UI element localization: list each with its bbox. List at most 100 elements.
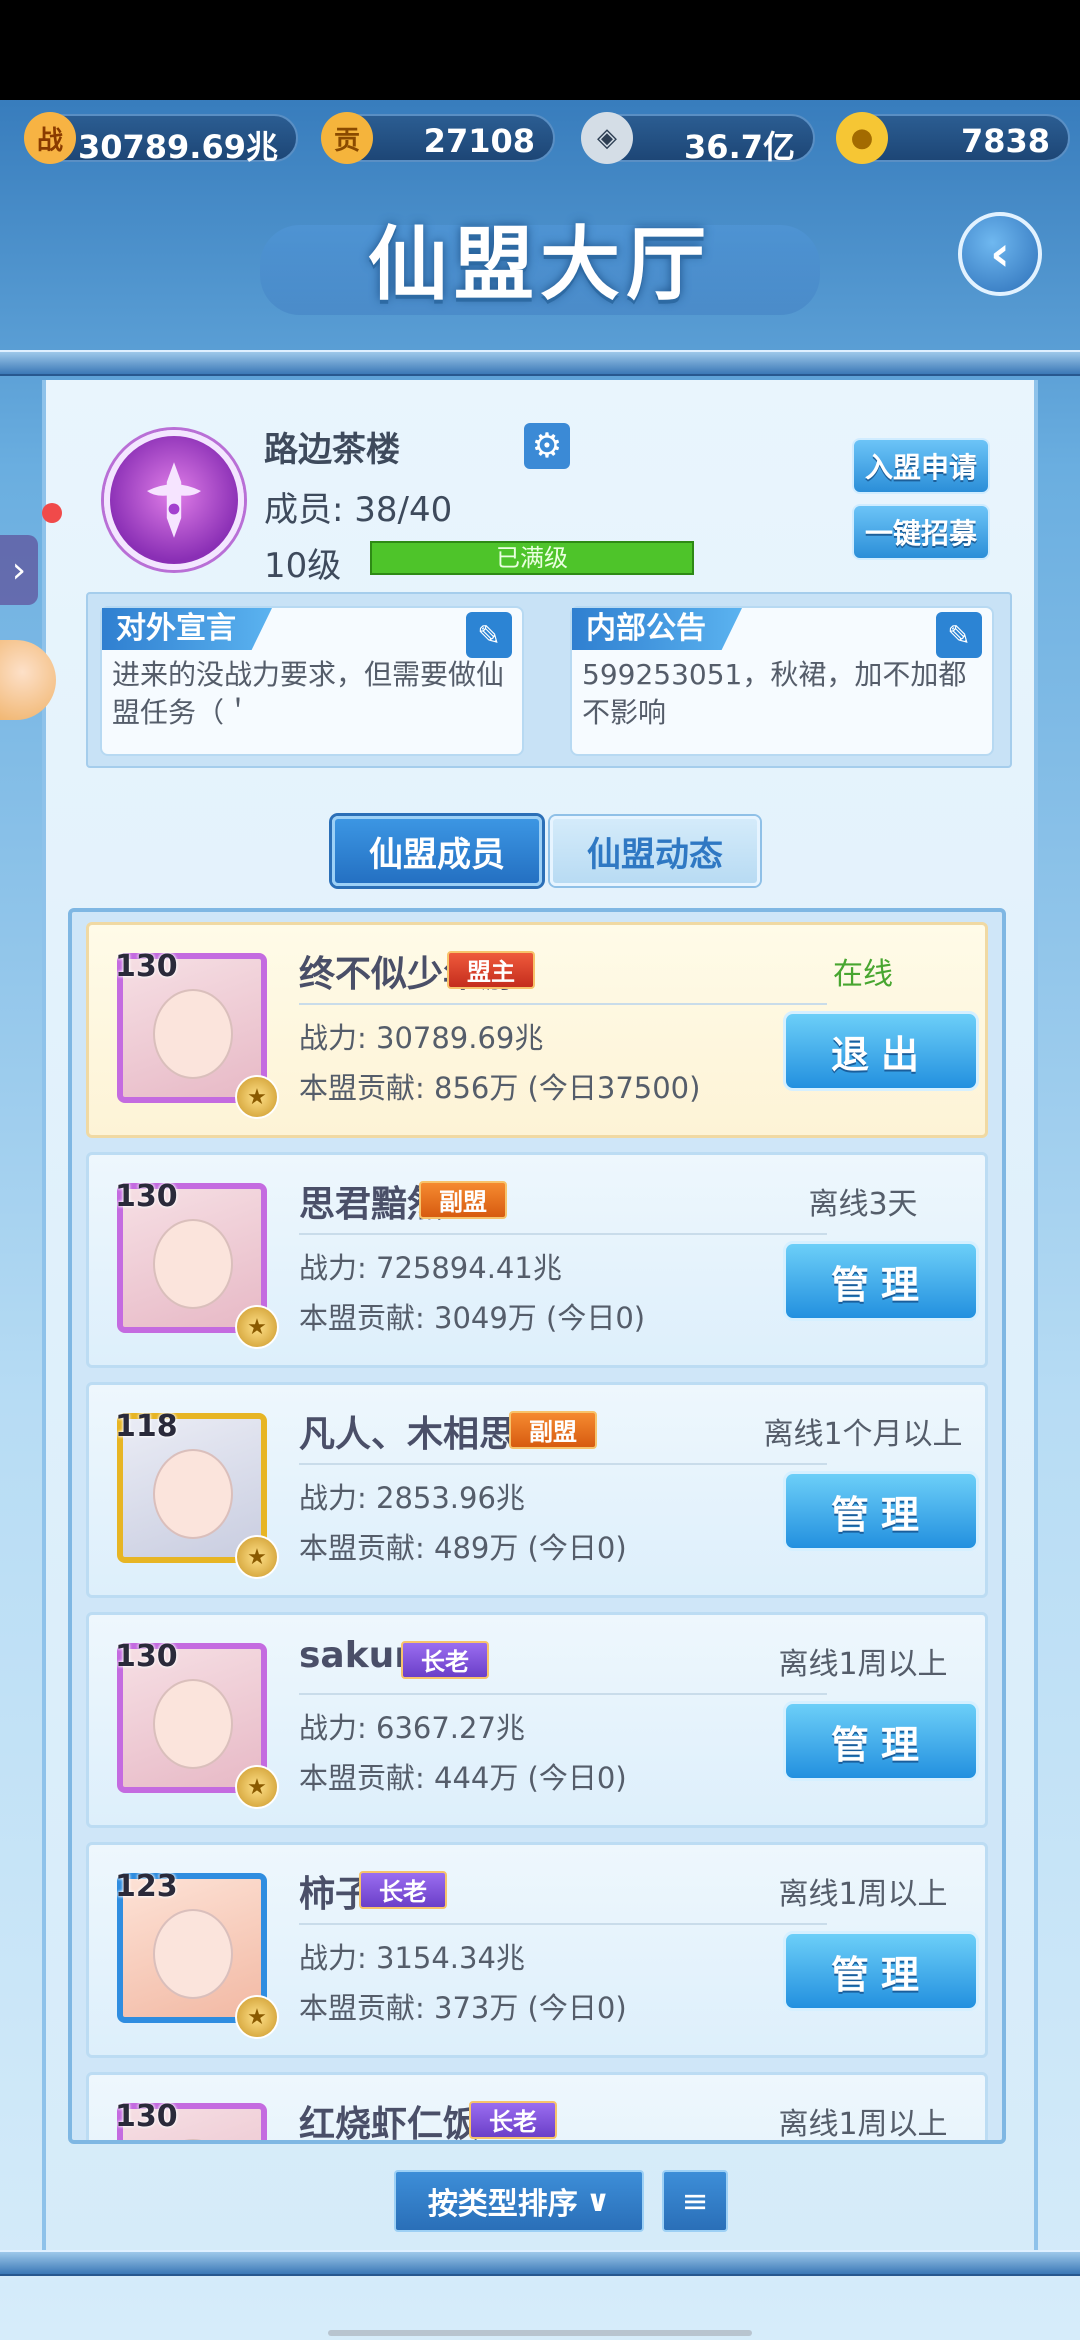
notice-text: 进来的没战力要求，但需要做仙盟任务（＇ (112, 658, 505, 729)
sword-emblem-icon (147, 462, 201, 538)
member-power: 战力: 3154.34兆 (299, 1941, 525, 1975)
silver-coin-icon: ◈ (581, 112, 633, 164)
sort-lines-icon: ≡ (681, 2182, 709, 2220)
internal-announcement-card: 内部公告 ✎ 599253051，秋裙，加不加都不影响 (570, 606, 994, 756)
member-power: 战力: 725894.41兆 (299, 1251, 562, 1285)
side-drawer-handle[interactable]: › (0, 535, 38, 605)
guild-level-bar: 已满级 (370, 541, 694, 575)
chevron-down-icon: ∨ (585, 2183, 611, 2219)
member-row[interactable]: 130★红烧虾仁饭长老离线1周以上 (86, 2072, 988, 2144)
member-level: 130 (115, 2099, 178, 2134)
divider (299, 1923, 827, 1925)
notice-tag: 内部公告 (572, 608, 742, 650)
member-contribution: 本盟贡献: 856万 (今日37500) (299, 1071, 701, 1105)
member-status: 离线1周以上 (778, 1647, 948, 1682)
edit-declaration-button[interactable]: ✎ (466, 612, 512, 658)
member-status: 离线3天 (808, 1187, 918, 1222)
member-level: 123 (115, 1869, 178, 1904)
join-requests-button[interactable]: 入盟申请 (852, 438, 990, 494)
guild-emblem[interactable] (104, 430, 244, 570)
guild-name: 路边茶楼 (264, 430, 400, 470)
back-button[interactable]: ‹ (958, 212, 1042, 296)
divider (299, 1233, 827, 1235)
tab-guild-news[interactable]: 仙盟动态 (550, 816, 760, 886)
member-role-badge: 副盟 (419, 1181, 507, 1219)
resource-bar: 战 30789.69兆 贡 27108 ◈ 36.7亿 ● 7838 (0, 108, 1080, 168)
member-power: 战力: 2853.96兆 (299, 1481, 525, 1515)
panel-bottom-rail (0, 2250, 1080, 2276)
member-list[interactable]: 130 ★ 终不似少年游 盟主 战力: 30789.69兆 本盟贡献: 856万 (今日3… (68, 908, 1006, 2144)
guild-member-count: 成员: 38/40 (264, 490, 453, 530)
member-role-badge: 副盟 (509, 1411, 597, 1449)
guild-level: 10级 (264, 546, 342, 586)
gear-icon: ⚙ (531, 426, 563, 466)
sort-order-button[interactable]: ≡ (662, 2170, 728, 2232)
tab-guild-members[interactable]: 仙盟成员 (332, 816, 542, 886)
member-level: 130 (115, 949, 178, 984)
leave-guild-button[interactable]: 退出 (783, 1011, 979, 1091)
brush-icon: ✎ (477, 618, 501, 652)
manage-member-button[interactable]: 管理 (783, 1241, 979, 1321)
battle-power-icon: 战 (24, 112, 76, 164)
member-contribution: 本盟贡献: 444万 (今日0) (299, 1761, 627, 1795)
portrait (153, 2139, 233, 2140)
member-level: 130 (115, 1179, 178, 1214)
rank-medal-icon: ★ (235, 1765, 279, 1809)
chevron-right-icon: › (11, 549, 27, 591)
brush-icon: ✎ (947, 618, 971, 652)
member-name: 红烧虾仁饭 (299, 2104, 480, 2144)
resource-gold: ● 7838 (836, 112, 1070, 164)
member-contribution: 本盟贡献: 489万 (今日0) (299, 1531, 627, 1565)
resource-contribution: 贡 27108 (321, 112, 555, 164)
resource-value: 30789.69兆 (77, 128, 278, 166)
guild-settings-button[interactable]: ⚙ (524, 423, 570, 469)
page-title: 仙盟大厅 (368, 218, 712, 311)
divider (299, 1003, 827, 1005)
member-contribution: 本盟贡献: 3049万 (今日0) (299, 1301, 646, 1335)
member-contribution: 本盟贡献: 373万 (今日0) (299, 1991, 627, 2025)
edit-announcement-button[interactable]: ✎ (936, 612, 982, 658)
status-bar (0, 0, 1080, 100)
one-click-recruit-button[interactable]: 一键招募 (852, 504, 990, 560)
manage-member-button[interactable]: 管理 (783, 1701, 979, 1781)
member-role-badge: 长老 (359, 1871, 447, 1909)
resource-value: 36.7亿 (684, 128, 795, 166)
manage-member-button[interactable]: 管理 (783, 1931, 979, 2011)
resource-silver: ◈ 36.7亿 (581, 112, 815, 166)
portrait (153, 1449, 233, 1539)
home-indicator[interactable] (328, 2330, 752, 2336)
member-row[interactable]: 130 ★ 终不似少年游 盟主 战力: 30789.69兆 本盟贡献: 856万 (今日3… (86, 922, 988, 1138)
member-status: 离线1周以上 (778, 2107, 948, 2142)
divider (299, 1463, 827, 1465)
rank-medal-icon: ★ (235, 1535, 279, 1579)
member-power: 战力: 6367.27兆 (299, 1711, 525, 1745)
member-role-badge: 长老 (469, 2101, 557, 2139)
external-declaration-card: 对外宣言 ✎ 进来的没战力要求，但需要做仙盟任务（＇ (100, 606, 524, 756)
member-level: 130 (115, 1639, 178, 1674)
divider (299, 1693, 827, 1695)
member-row[interactable]: 130 ★ sakura 长老 战力: 6367.27兆 本盟贡献: 444万 (今日0)… (86, 1612, 988, 1828)
rank-medal-icon: ★ (235, 1075, 279, 1119)
contribution-coin-icon: 贡 (321, 112, 373, 164)
portrait (153, 1679, 233, 1769)
member-row[interactable]: 130 ★ 思君黯然 副盟 战力: 725894.41兆 本盟贡献: 3049万 (今日0… (86, 1152, 988, 1368)
back-arrow-icon: ‹ (990, 226, 1010, 282)
panel-top-rail (0, 350, 1080, 376)
member-status: 在线 (833, 957, 893, 992)
member-name: 凡人、木相思 (299, 1414, 516, 1455)
rank-medal-icon: ★ (235, 1305, 279, 1349)
portrait (153, 1909, 233, 1999)
manage-member-button[interactable]: 管理 (783, 1471, 979, 1551)
sort-label: 按类型排序 (427, 2187, 578, 2222)
member-row[interactable]: 123 ★ 柿子 长老 战力: 3154.34兆 本盟贡献: 373万 (今日0) 离线1周… (86, 1842, 988, 2058)
sort-by-type-button[interactable]: 按类型排序 ∨ (394, 2170, 644, 2232)
resource-battle-power: 战 30789.69兆 (24, 112, 298, 166)
portrait (153, 989, 233, 1079)
resource-value: 7838 (960, 122, 1050, 160)
member-role-badge: 长老 (401, 1641, 489, 1679)
member-level: 118 (115, 1409, 178, 1444)
member-status: 离线1个月以上 (763, 1417, 963, 1452)
member-power: 战力: 30789.69兆 (299, 1021, 544, 1055)
resource-value: 27108 (423, 122, 535, 160)
member-row[interactable]: 118 ★ 凡人、木相思 副盟战力: 2853.96兆本盟贡献: 489万 (今日0)… (86, 1382, 988, 1598)
